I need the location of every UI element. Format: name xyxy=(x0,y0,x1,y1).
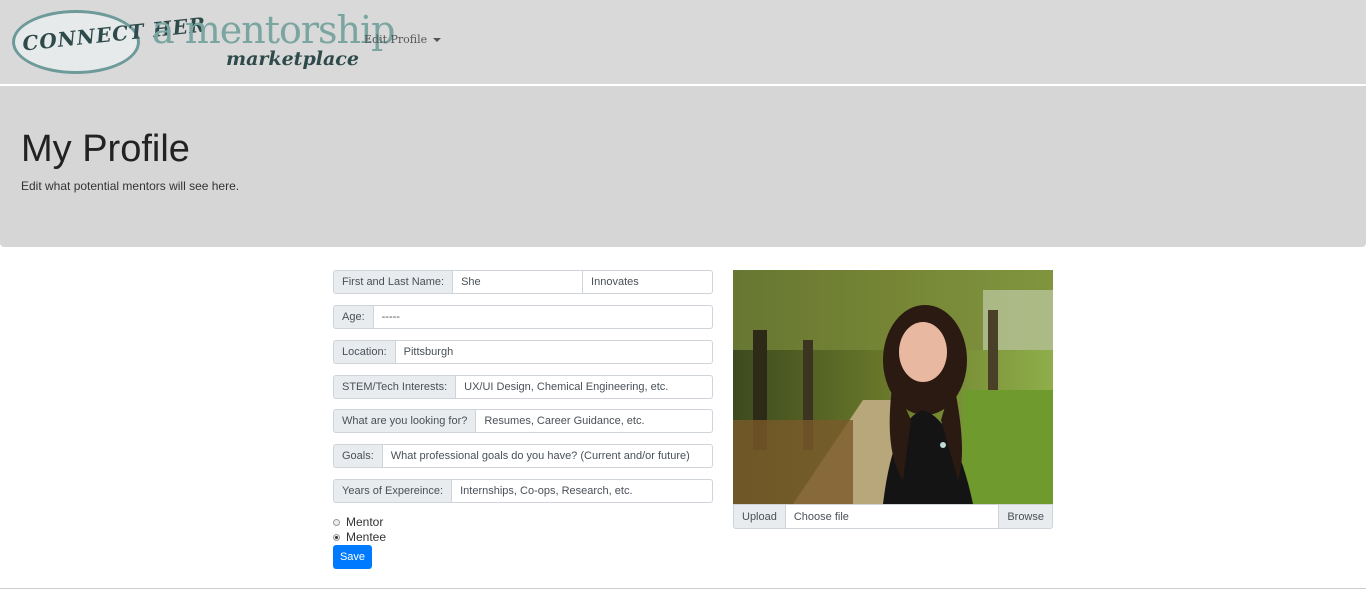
logo-sub: marketplace xyxy=(226,48,359,70)
last-name-input[interactable]: Innovates xyxy=(582,270,713,294)
radio-mentor[interactable] xyxy=(333,518,340,526)
browse-button[interactable]: Browse xyxy=(999,504,1053,529)
upload-group: Upload Choose file Browse xyxy=(733,504,1053,529)
navbar: CONNECT HER a mentorship marketplace Edi… xyxy=(0,0,1366,84)
interests-input[interactable]: UX/UI Design, Chemical Engineering, etc. xyxy=(455,375,713,399)
file-input[interactable]: Choose file xyxy=(785,504,1000,529)
experience-label: Years of Expereince: xyxy=(333,479,452,503)
brand-logo[interactable]: CONNECT HER a mentorship marketplace xyxy=(10,8,395,76)
radio-mentor-label: Mentor xyxy=(346,515,384,529)
role-option-mentor[interactable]: Mentor xyxy=(333,515,383,529)
goals-input[interactable]: What professional goals do you have? (Cu… xyxy=(381,444,713,468)
radio-mentee-label: Mentee xyxy=(346,530,387,544)
save-button[interactable]: Save xyxy=(333,545,372,569)
experience-row: Years of Expereince: Internships, Co-ops… xyxy=(333,479,713,503)
interests-label: STEM/Tech Interests: xyxy=(333,375,456,399)
logo-tagline: a mentorship xyxy=(152,8,395,52)
location-row: Location: Pittsburgh xyxy=(333,340,713,364)
age-row: Age: ----- xyxy=(333,305,713,329)
goals-label: Goals: xyxy=(333,444,382,468)
name-row: First and Last Name: She Innovates xyxy=(333,270,713,294)
radio-mentee[interactable] xyxy=(333,533,340,541)
role-option-mentee[interactable]: Mentee xyxy=(333,530,386,544)
name-label: First and Last Name: xyxy=(333,270,453,294)
page-subtitle: Edit what potential mentors will see her… xyxy=(21,179,240,193)
location-input[interactable]: Pittsburgh xyxy=(394,340,713,364)
profile-photo xyxy=(733,270,1053,504)
page-title: My Profile xyxy=(21,128,190,170)
location-label: Location: xyxy=(333,340,395,364)
looking-row: What are you looking for? Resumes, Caree… xyxy=(333,409,713,433)
page-header: My Profile Edit what potential mentors w… xyxy=(0,86,1366,247)
footer-divider xyxy=(0,588,1366,589)
age-label: Age: xyxy=(333,305,373,329)
profile-photo-illustration xyxy=(733,270,1053,504)
looking-input[interactable]: Resumes, Career Guidance, etc. xyxy=(475,409,713,433)
interests-row: STEM/Tech Interests: UX/UI Design, Chemi… xyxy=(333,375,713,399)
experience-input[interactable]: Internships, Co-ops, Research, etc. xyxy=(451,479,713,503)
first-name-input[interactable]: She xyxy=(452,270,583,294)
goals-row: Goals: What professional goals do you ha… xyxy=(333,444,713,468)
edit-profile-dropdown[interactable]: Edit Profile xyxy=(364,33,442,46)
age-input[interactable]: ----- xyxy=(372,305,713,329)
looking-label: What are you looking for? xyxy=(333,409,476,433)
edit-profile-label: Edit Profile xyxy=(364,33,428,46)
caret-down-icon xyxy=(433,37,442,42)
upload-button[interactable]: Upload xyxy=(733,504,786,529)
